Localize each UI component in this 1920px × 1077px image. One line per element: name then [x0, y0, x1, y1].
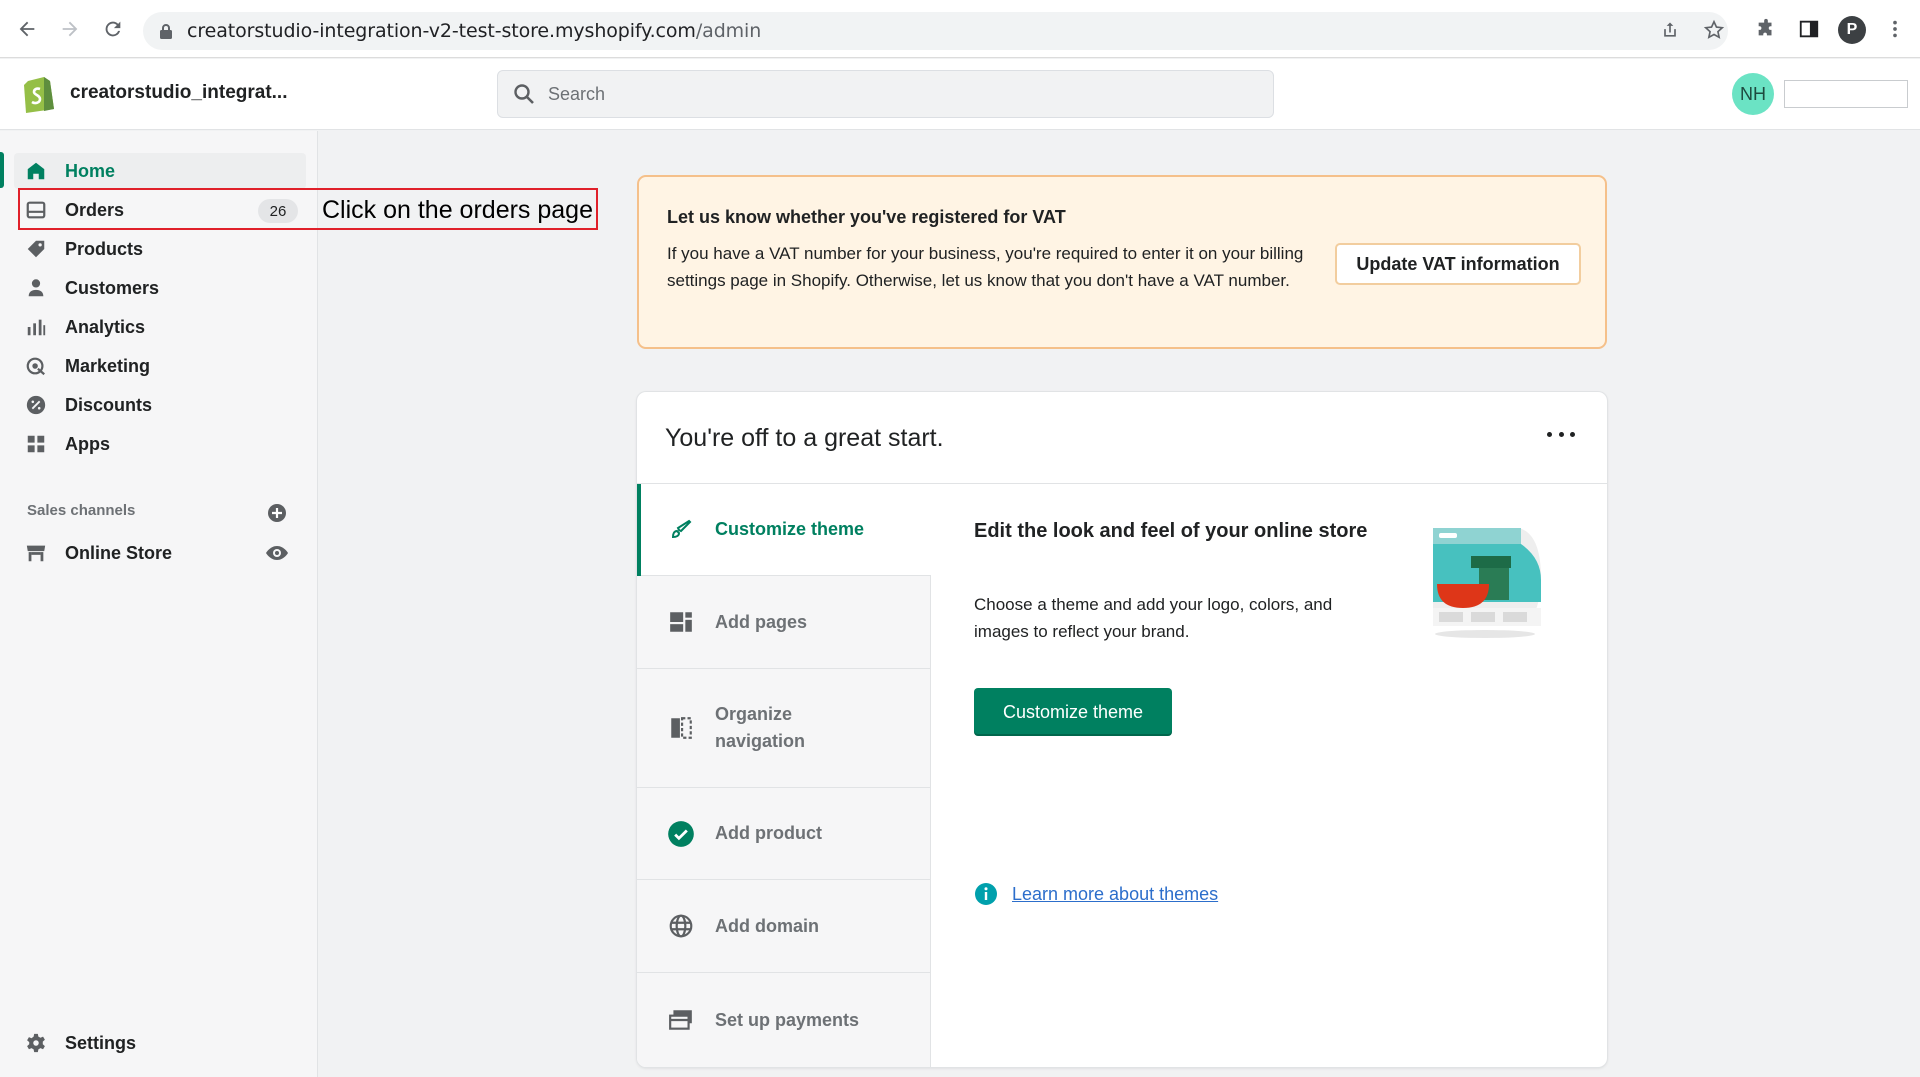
step-organize-navigation[interactable]: Organize navigation: [637, 669, 931, 788]
sidebar-item-label: Products: [65, 238, 144, 259]
learn-more-link[interactable]: Learn more about themes: [1012, 884, 1218, 905]
back-button[interactable]: [12, 14, 42, 44]
sidebar-item-label: Home: [65, 160, 116, 181]
search-bar[interactable]: [497, 70, 1274, 118]
share-icon[interactable]: [1659, 19, 1681, 41]
address-bar[interactable]: creatorstudio-integration-v2-test-store.…: [143, 12, 1728, 50]
setup-steps-list: Customize theme Add pages Organize navig…: [637, 484, 931, 1067]
customize-theme-button[interactable]: Customize theme: [974, 688, 1172, 736]
forward-button[interactable]: [55, 14, 85, 44]
reload-icon: [105, 21, 121, 37]
person-icon: [24, 276, 48, 300]
info-icon: [975, 883, 997, 905]
sidebar-item-products[interactable]: Products: [14, 231, 306, 267]
step-add-product[interactable]: Add product: [637, 788, 931, 880]
url-host: creatorstudio-integration-v2-test-store.…: [187, 20, 696, 42]
navigation-icon: [667, 714, 695, 742]
globe-icon: [667, 912, 695, 940]
brush-icon: [667, 516, 695, 544]
active-step-indicator: [637, 484, 641, 576]
store-icon: [24, 541, 48, 565]
sidebar-item-label: Customers: [65, 277, 160, 298]
search-input[interactable]: [548, 83, 1248, 105]
url-text: creatorstudio-integration-v2-test-store.…: [187, 20, 761, 42]
apps-icon: [24, 432, 48, 456]
step-set-up-payments[interactable]: Set up payments: [637, 973, 931, 1067]
sidebar-item-label: Marketing: [65, 355, 151, 376]
update-vat-button[interactable]: Update VAT information: [1335, 243, 1581, 285]
bar-chart-icon: [24, 315, 48, 339]
setup-card-title: You're off to a great start.: [665, 424, 944, 452]
step-label: Add pages: [715, 611, 808, 632]
step-detail-body: Choose a theme and add your logo, colors…: [974, 595, 1333, 641]
learn-more-row: Learn more about themes: [974, 882, 1218, 906]
step-add-pages[interactable]: Add pages: [637, 576, 931, 669]
side-panel-icon[interactable]: [1796, 16, 1822, 42]
sidebar-item-label: Discounts: [65, 394, 153, 415]
view-store-eye-icon[interactable]: [265, 541, 289, 565]
back-arrow-icon: [19, 21, 35, 37]
theme-illustration-icon: [1433, 528, 1541, 638]
browser-toolbar: creatorstudio-integration-v2-test-store.…: [0, 0, 1920, 58]
extensions-icon[interactable]: [1753, 16, 1779, 42]
sidebar-item-label: Apps: [65, 433, 110, 454]
sidebar-item-label: Analytics: [65, 316, 146, 337]
store-name[interactable]: creatorstudio_integrat...: [70, 82, 288, 104]
forward-arrow-icon: [62, 21, 78, 37]
step-label: Set up payments: [715, 1009, 860, 1030]
admin-topbar: creatorstudio_integrat... NH: [0, 59, 1920, 130]
check-circle-icon: [667, 820, 695, 848]
search-icon: [514, 84, 534, 104]
annotation-text: Click on the orders page: [322, 196, 593, 224]
bookmark-star-icon[interactable]: [1703, 19, 1725, 41]
sidebar-item-label: Settings: [65, 1032, 137, 1053]
sidebar-item-home[interactable]: Home: [14, 153, 306, 189]
step-customize-theme[interactable]: Customize theme: [637, 484, 931, 576]
target-icon: [24, 354, 48, 378]
user-avatar[interactable]: NH: [1732, 73, 1774, 115]
sidebar-item-discounts[interactable]: Discounts: [14, 387, 306, 423]
step-label: Add domain: [715, 915, 819, 936]
vat-banner-body: If you have a VAT number for your busine…: [667, 244, 1304, 290]
reload-button[interactable]: [98, 14, 128, 44]
setup-guide-card: You're off to a great start. Customize t…: [637, 392, 1607, 1067]
more-actions-icon[interactable]: [1547, 427, 1575, 441]
vat-banner-title: Let us know whether you've registered fo…: [667, 207, 1066, 227]
tag-icon: [24, 237, 48, 261]
add-sales-channel-icon[interactable]: [266, 502, 288, 524]
user-name-box[interactable]: [1784, 80, 1908, 108]
discount-icon: [24, 393, 48, 417]
browser-menu-icon[interactable]: [1882, 16, 1908, 42]
payments-icon: [667, 1006, 695, 1034]
home-icon: [24, 159, 48, 183]
sidebar-item-settings[interactable]: Settings: [14, 1025, 306, 1061]
step-label: Add product: [715, 823, 822, 843]
sidebar-item-customers[interactable]: Customers: [14, 270, 306, 306]
sidebar-item-apps[interactable]: Apps: [14, 426, 306, 462]
step-add-domain[interactable]: Add domain: [637, 880, 931, 973]
sales-channels-heading: Sales channels: [27, 502, 136, 519]
active-nav-indicator: [0, 152, 4, 188]
gear-icon: [24, 1031, 48, 1055]
url-path: /admin: [695, 20, 762, 42]
sidebar-item-label: Online Store: [65, 542, 173, 563]
sidebar-item-marketing[interactable]: Marketing: [14, 348, 306, 384]
pages-icon: [667, 608, 695, 636]
vat-banner: Let us know whether you've registered fo…: [637, 175, 1607, 349]
sidebar-item-online-store[interactable]: Online Store: [14, 535, 306, 571]
step-detail-title: Edit the look and feel of your online st…: [974, 520, 1368, 542]
browser-profile-avatar[interactable]: P: [1838, 16, 1866, 44]
shopify-logo-icon: [24, 77, 54, 113]
step-label: Customize theme: [715, 519, 865, 539]
sidebar-item-analytics[interactable]: Analytics: [14, 309, 306, 345]
step-label: Organize navigation: [715, 704, 806, 751]
lock-icon: [159, 23, 173, 39]
